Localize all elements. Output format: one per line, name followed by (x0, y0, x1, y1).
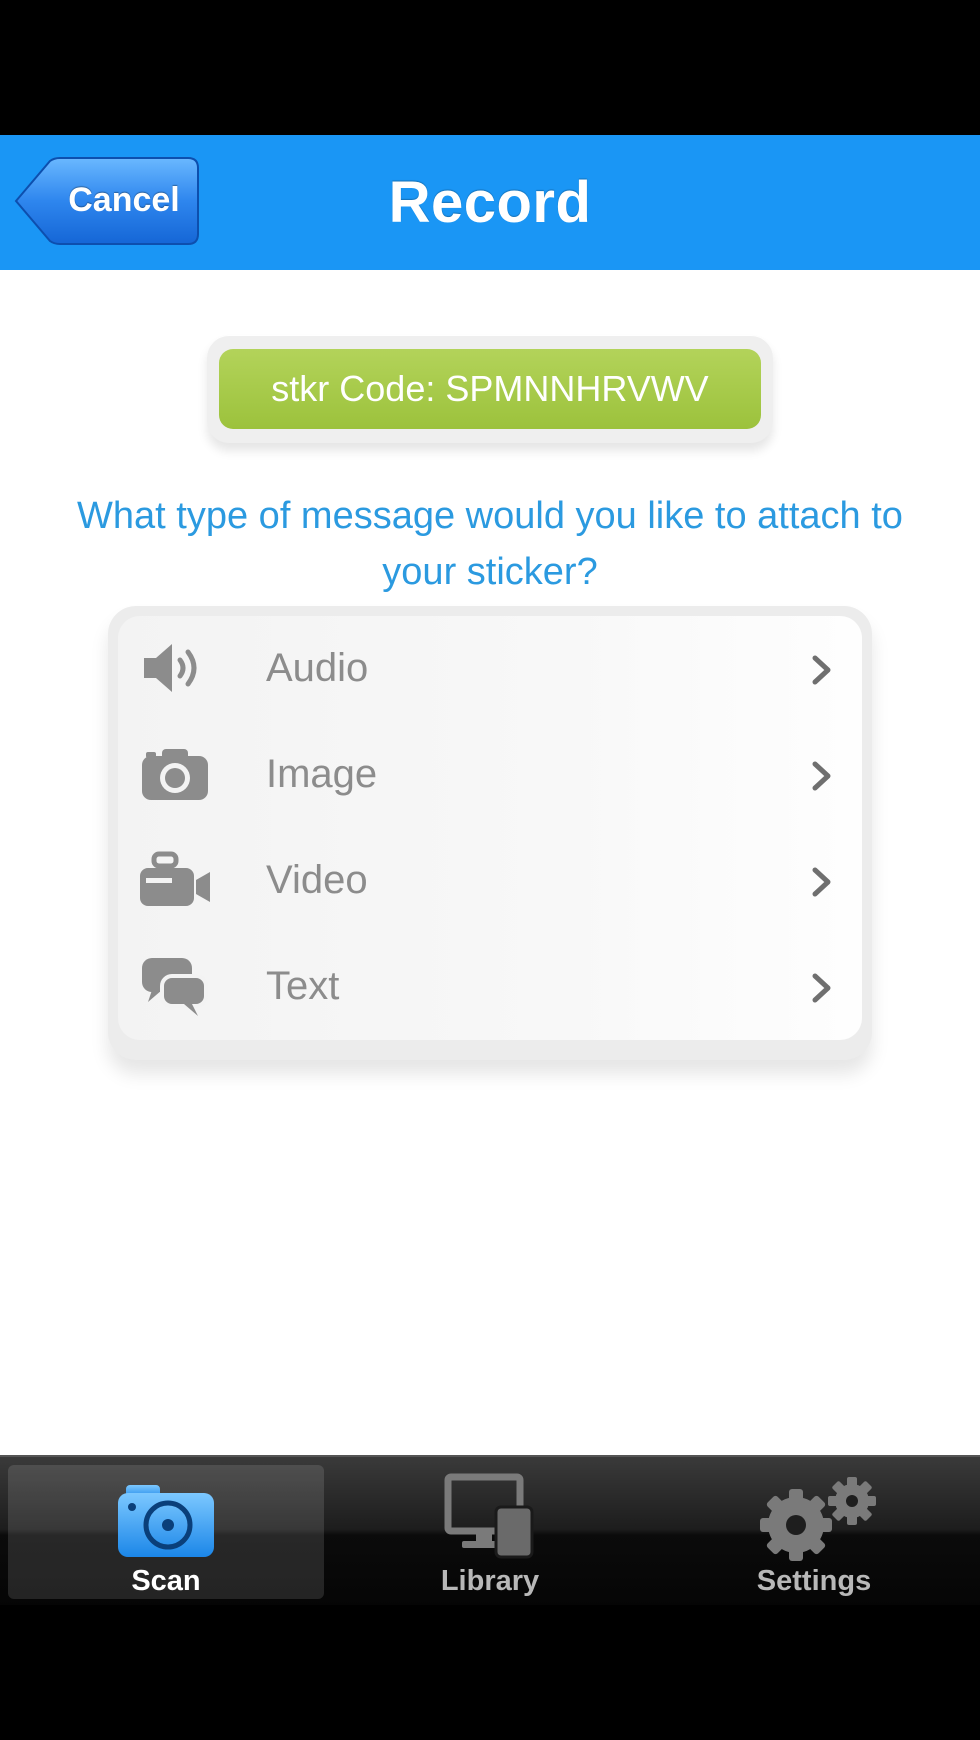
library-devices-icon (444, 1473, 534, 1559)
bottom-bar (0, 1605, 980, 1740)
code-badge-frame: stkr Code: SPMNNHRVWV (207, 335, 773, 443)
option-label: Image (266, 752, 378, 796)
option-video[interactable]: Video (118, 828, 862, 936)
option-label: Text (266, 964, 340, 1008)
camera-icon (142, 749, 208, 800)
tab-label: Library (440, 1565, 540, 1597)
tab-label: Settings (756, 1565, 872, 1597)
navigation-bar: Cancel Record (0, 135, 980, 270)
status-bar (0, 0, 980, 135)
page-title: Record (388, 170, 592, 235)
scan-camera-icon (118, 1485, 214, 1557)
chevron-right-icon (812, 761, 831, 791)
chevron-right-icon (812, 655, 831, 685)
main-content: stkr Code: SPMNNHRVWV What type of messa… (0, 270, 980, 1455)
tab-library[interactable]: Library (332, 1465, 648, 1599)
video-camera-icon (140, 851, 210, 906)
option-text[interactable]: Text (118, 934, 862, 1040)
gears-icon (760, 1477, 876, 1561)
chat-bubbles-icon (142, 958, 208, 1016)
option-image[interactable]: Image (118, 722, 862, 830)
chevron-right-icon (812, 973, 831, 1003)
tab-scan[interactable]: Scan (8, 1465, 324, 1599)
tab-label: Scan (131, 1565, 201, 1597)
tab-bar: Scan Library Settings (0, 1455, 980, 1607)
chevron-right-icon (812, 867, 831, 897)
option-label: Audio (266, 646, 369, 690)
option-audio[interactable]: Audio (118, 616, 862, 724)
tab-settings[interactable]: Settings (656, 1465, 972, 1599)
speaker-icon (144, 644, 197, 692)
option-label: Video (266, 858, 368, 902)
stkr-code-badge: stkr Code: SPMNNHRVWV (219, 349, 761, 429)
message-type-list: Audio Image Video Text (108, 606, 872, 1060)
message-type-question: What type of message would you like to a… (77, 495, 903, 593)
